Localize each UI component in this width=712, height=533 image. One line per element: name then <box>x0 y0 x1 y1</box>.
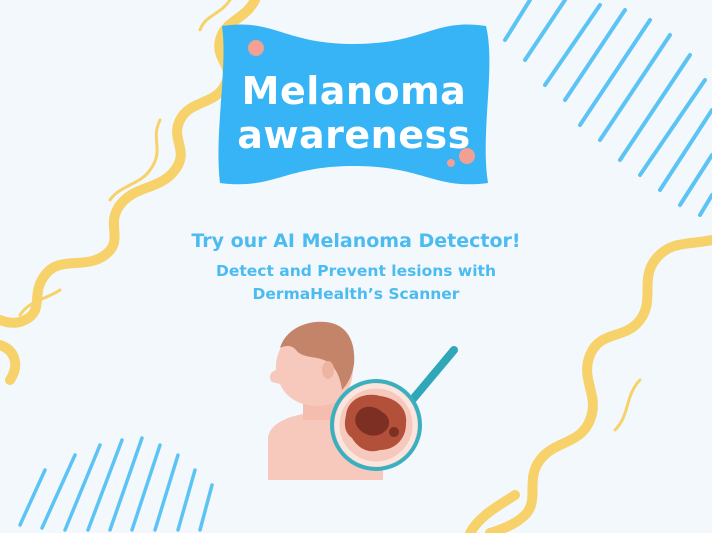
badge-dot-small <box>447 159 455 167</box>
subline-line1: Detect and Prevent lesions with <box>216 262 496 280</box>
skin-scanner-illustration <box>268 321 458 480</box>
ear-shape <box>322 361 334 379</box>
subline-line2: DermaHealth’s Scanner <box>252 285 460 303</box>
badge-title-line2: awareness <box>237 113 471 157</box>
blue-stripes-top-right <box>503 0 712 217</box>
melanoma-awareness-badge: Melanoma awareness <box>214 18 494 188</box>
badge-title-line1: Melanoma <box>241 69 467 113</box>
magnifier-handle <box>404 346 458 409</box>
badge-dot-large <box>248 40 264 56</box>
blue-stripes-bottom-left <box>18 436 214 532</box>
headline: Try our AI Melanoma Detector! <box>191 230 521 252</box>
